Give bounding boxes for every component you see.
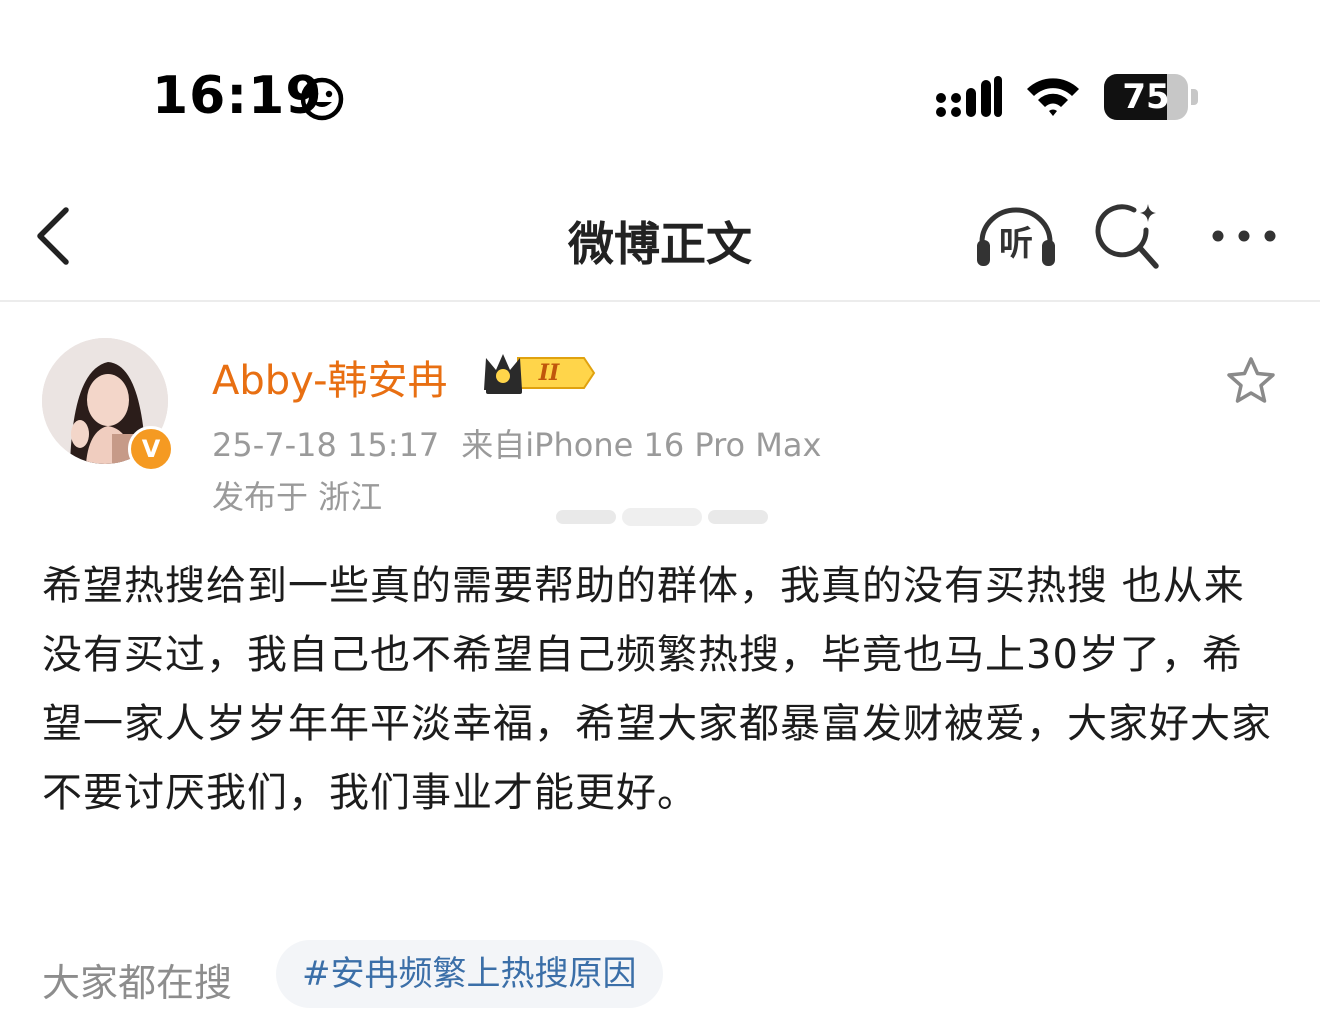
- author-name[interactable]: Abby-韩安冉: [212, 348, 448, 406]
- post-meta: 25-7-18 15:17 来自iPhone 16 Pro Max: [212, 420, 843, 466]
- post-location: 发布于 浙江: [212, 478, 383, 516]
- search-hint-label: 大家都在搜: [42, 961, 233, 1005]
- more-button[interactable]: [1206, 216, 1282, 256]
- more-dots-icon: [1212, 230, 1276, 242]
- post-source: 来自iPhone 16 Pro Max: [461, 426, 822, 464]
- post-text: 希望热搜给到一些真的需要帮助的群体，我真的没有买热搜 也从来没有买过，我自己也不…: [42, 563, 1272, 816]
- vip-badge[interactable]: II: [482, 350, 596, 396]
- post-timestamp: 25-7-18 15:17: [212, 426, 440, 464]
- nav-divider: [0, 300, 1320, 302]
- battery-percent: 75: [1122, 77, 1170, 117]
- search-sparkle-icon: [1095, 204, 1159, 269]
- vip-level: II: [538, 360, 560, 386]
- star-icon: [1227, 357, 1275, 403]
- wifi-icon: [1027, 78, 1079, 116]
- search-button[interactable]: [1094, 200, 1166, 272]
- smiley-face-icon: [300, 77, 344, 121]
- trending-topic-chip[interactable]: #安冉频繁上热搜原因: [276, 940, 663, 1008]
- verified-badge: V: [128, 426, 174, 472]
- favorite-button[interactable]: [1224, 354, 1278, 408]
- battery-icon: 75: [1104, 74, 1200, 120]
- status-time: 16:19: [152, 66, 323, 126]
- cellular-signal-icon: [936, 76, 1002, 117]
- listen-label: 听: [999, 224, 1033, 264]
- listen-button[interactable]: 听: [972, 204, 1060, 268]
- blurred-watermark: [556, 508, 768, 526]
